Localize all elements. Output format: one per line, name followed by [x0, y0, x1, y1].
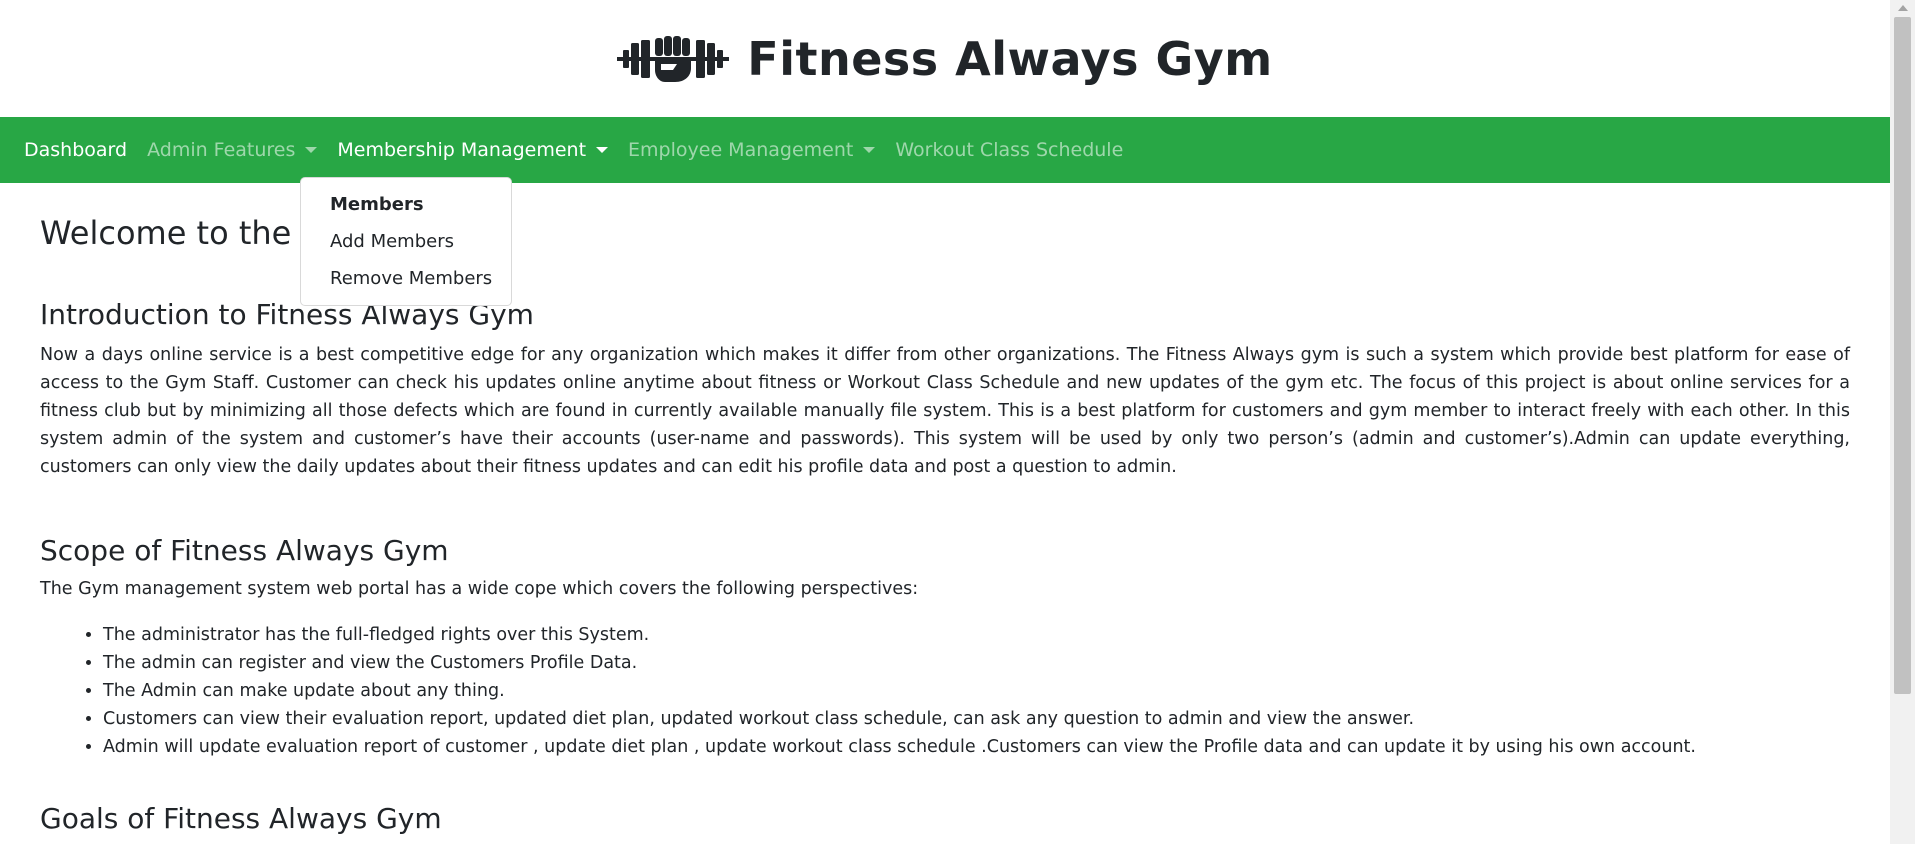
scope-list: The administrator has the full-fledged r… — [40, 621, 1850, 761]
caret-down-icon — [596, 147, 609, 153]
nav-admin-features[interactable]: Admin Features — [147, 139, 318, 161]
list-item: The Admin can make update about any thin… — [103, 677, 1850, 705]
nav-employee-management[interactable]: Employee Management — [628, 139, 876, 161]
page: Fitness Always Gym Dashboard Admin Featu… — [0, 0, 1890, 844]
dumbbell-fist-icon — [617, 35, 730, 82]
nav-admin-features-label: Admin Features — [147, 139, 296, 161]
dropdown-item-members[interactable]: Members — [301, 186, 511, 223]
dropdown-item-add-members[interactable]: Add Members — [301, 223, 511, 260]
dropdown-item-remove-members[interactable]: Remove Members — [301, 260, 511, 297]
scope-description: The Gym management system web portal has… — [40, 579, 919, 599]
nav-membership-management[interactable]: Membership Management — [337, 139, 609, 161]
membership-dropdown-menu: Members Add Members Remove Members — [300, 177, 512, 306]
caret-down-icon — [863, 147, 876, 153]
nav-employee-management-label: Employee Management — [628, 139, 854, 161]
list-item: Customers can view their evaluation repo… — [103, 705, 1850, 733]
intro-paragraph: Now a days online service is a best comp… — [40, 345, 1850, 477]
goals-heading: Goals of Fitness Always Gym — [40, 802, 442, 835]
main-navbar: Dashboard Admin Features Membership Mana… — [0, 117, 1890, 183]
scrollbar-thumb[interactable] — [1894, 17, 1911, 694]
site-title: Fitness Always Gym — [747, 31, 1273, 86]
caret-down-icon — [305, 147, 318, 153]
list-item: The admin can register and view the Cust… — [103, 649, 1850, 677]
nav-workout-class-schedule-label: Workout Class Schedule — [895, 139, 1124, 161]
site-header: Fitness Always Gym — [0, 0, 1890, 117]
scroll-up-arrow-icon[interactable] — [1898, 5, 1908, 11]
list-item: The administrator has the full-fledged r… — [103, 621, 1850, 649]
nav-membership-management-label: Membership Management — [337, 139, 587, 161]
main-content: Welcome to the Dashboard Introduction to… — [0, 213, 1890, 837]
nav-dashboard-label: Dashboard — [24, 139, 128, 161]
nav-workout-class-schedule[interactable]: Workout Class Schedule — [895, 139, 1123, 161]
nav-dashboard[interactable]: Dashboard — [24, 139, 127, 161]
vertical-scrollbar[interactable] — [1890, 0, 1915, 844]
scope-heading: Scope of Fitness Always Gym — [40, 534, 449, 567]
list-item: Admin will update evaluation report of c… — [103, 733, 1850, 761]
